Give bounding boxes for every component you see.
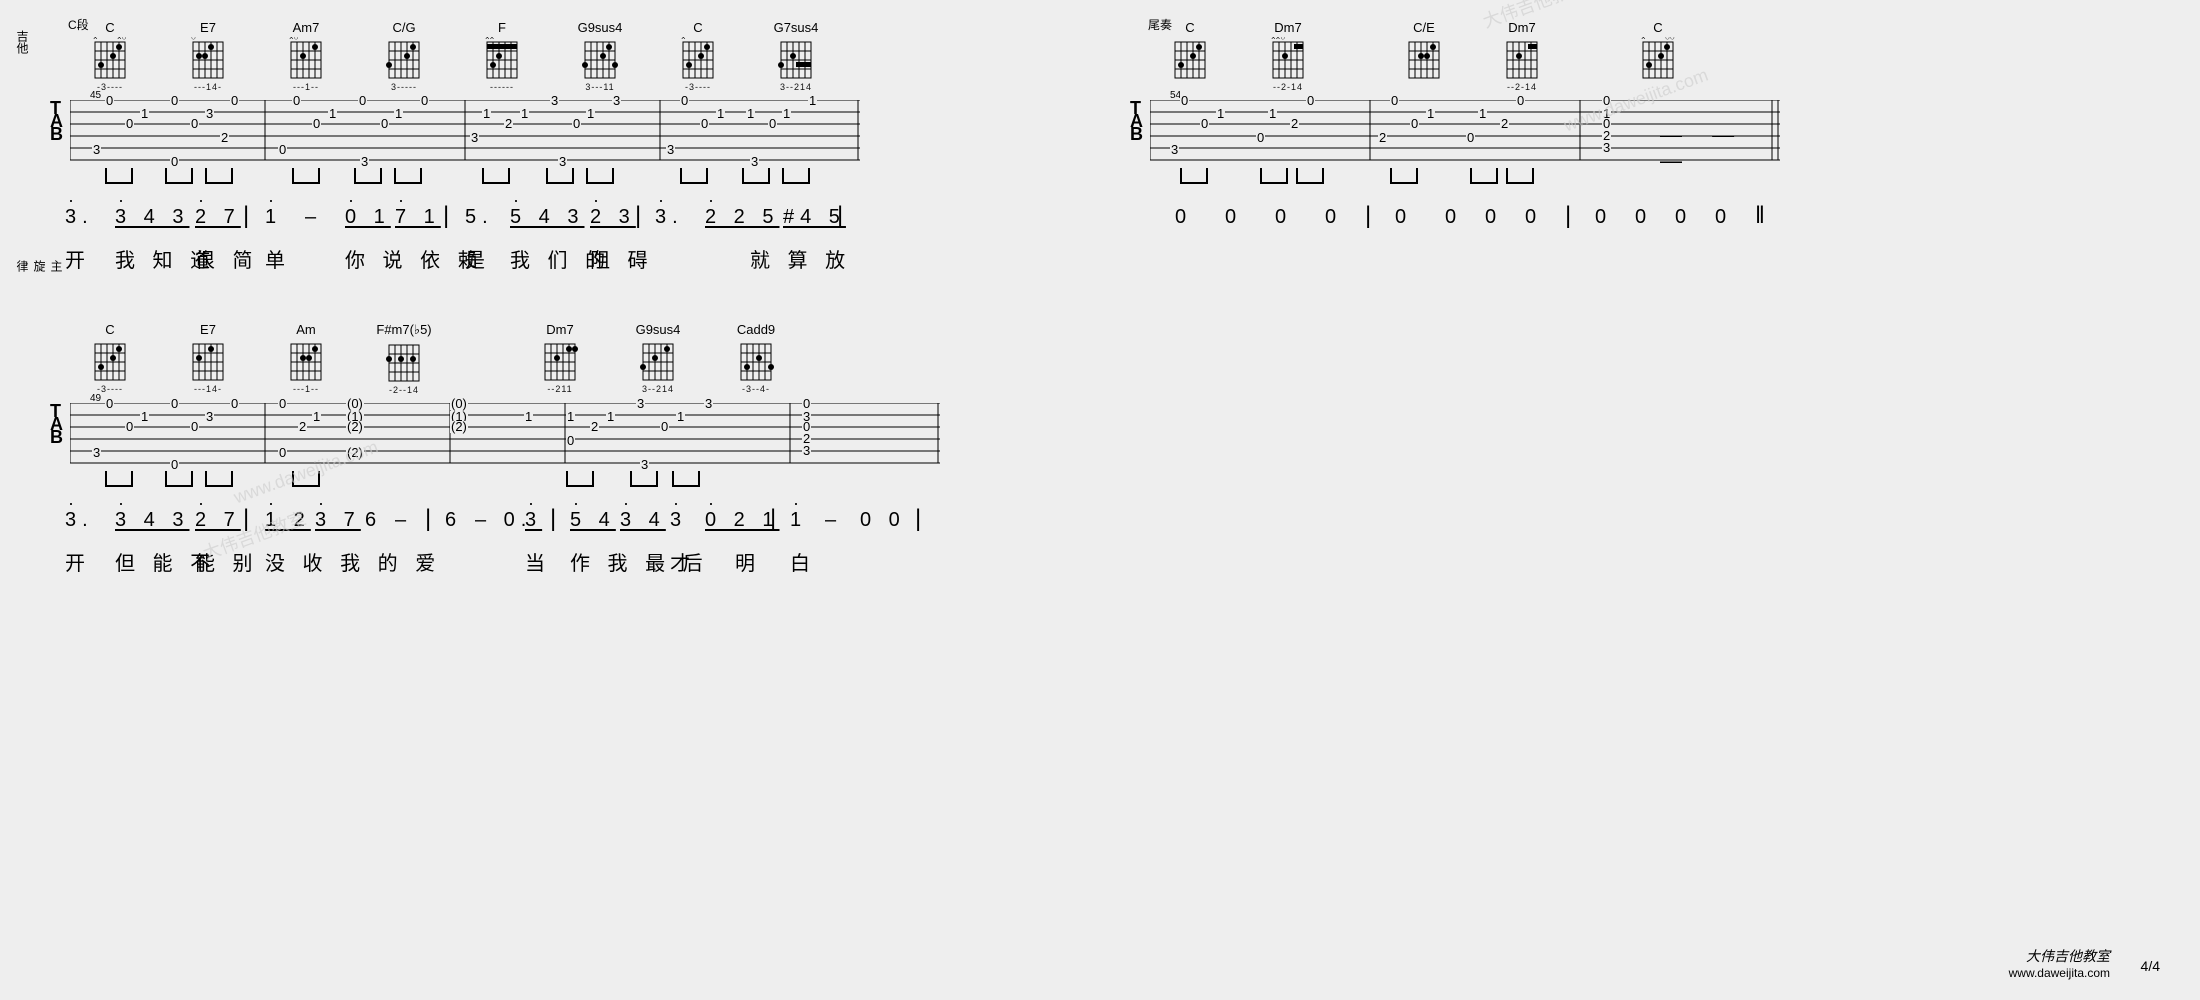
chord-grid-icon bbox=[90, 339, 130, 383]
music-row-1: C段 C ××○ -3---- E7 ○ ---14- Am7 ×○ ---1-… bbox=[20, 20, 1070, 272]
svg-text:××○: ××○ bbox=[1271, 37, 1285, 42]
chord-grid-icon bbox=[580, 37, 620, 81]
chord-strip: C-3---- E7---14- Am---1-- F#m7(♭5)-2--14… bbox=[65, 322, 1070, 395]
chord-strip: C Dm7××○--2-14 C/E Dm7--2-14 C×○○ bbox=[1145, 20, 2150, 92]
chord-grid-icon: × ○○ bbox=[1638, 37, 1678, 81]
chord-diagram: Am7 ×○ ---1-- bbox=[261, 20, 351, 92]
chord-diagram: Cadd9-3--4- bbox=[711, 322, 801, 395]
chord-grid-icon bbox=[776, 37, 816, 81]
chord-grid-icon bbox=[384, 37, 424, 81]
chord-spacer bbox=[457, 322, 507, 395]
tab-staff: TAB 49 03 01 00 30 0 00 21 bbox=[50, 401, 920, 481]
svg-text:×: × bbox=[93, 37, 98, 42]
jianpu-line: 3.3 4 32 7|1 23 76–|6– 0.3|5 43 430 2 1|… bbox=[65, 509, 1070, 541]
chord-grid-icon bbox=[540, 339, 580, 383]
brand-text: 大伟吉他教室 bbox=[2009, 946, 2110, 966]
footer-brand: 大伟吉他教室 www.daweijita.com bbox=[2009, 946, 2110, 980]
chord-diagram: Dm7--211 bbox=[515, 322, 605, 395]
music-row-3: 尾奏 C Dm7××○--2-14 C/E Dm7--2-14 C×○○ TAB… bbox=[1100, 20, 2150, 238]
chord-grid-icon: ××○ bbox=[1268, 37, 1308, 81]
chord-diagram: Am---1-- bbox=[261, 322, 351, 395]
sheet-page-left: 吉他 C段 C ××○ -3---- E7 ○ ---14- Am7 ×○ --… bbox=[20, 10, 1070, 990]
chord-grid-icon bbox=[638, 339, 678, 383]
chord-strip: C ××○ -3---- E7 ○ ---14- Am7 ×○ ---1-- C… bbox=[65, 20, 1070, 92]
chord-diagram: C×○○ bbox=[1613, 20, 1703, 92]
chord-diagram: E7 ○ ---14- bbox=[163, 20, 253, 92]
tab-clef-icon: TAB bbox=[50, 405, 63, 444]
svg-text:×: × bbox=[681, 37, 686, 42]
svg-text:×○: ×○ bbox=[289, 37, 299, 42]
chord-grid-icon bbox=[1404, 37, 1444, 81]
chord-diagram: C/E bbox=[1379, 20, 1469, 92]
chord-grid-icon bbox=[384, 340, 424, 384]
chord-grid-icon bbox=[736, 339, 776, 383]
sheet-page-right: 尾奏 C Dm7××○--2-14 C/E Dm7--2-14 C×○○ TAB… bbox=[1100, 10, 2150, 990]
lyrics-line: 开我 知 道很 简单你 说 依 赖是我 们 的阻 碍就 算 放 bbox=[65, 244, 1070, 272]
chord-diagram: C-3---- bbox=[65, 322, 155, 395]
tab-staff: TAB 54 03 01 10 20 02 01 10 20 01 02 3 —… bbox=[1130, 98, 1760, 178]
tab-lines-icon bbox=[70, 100, 860, 162]
tab-staff: TAB 45 0 3 0 1 0 0 3 0 2 0 0 0 0 1 0 bbox=[50, 98, 840, 178]
chord-diagram: Dm7--2-14 bbox=[1477, 20, 1567, 92]
svg-text:×○: ×○ bbox=[117, 37, 127, 42]
music-row-2: C-3---- E7---14- Am---1-- F#m7(♭5)-2--14… bbox=[20, 322, 1070, 575]
chord-grid-icon: × bbox=[678, 37, 718, 81]
jianpu-line: 0000|0000|0000‖ bbox=[1145, 206, 2150, 238]
chord-diagram: C × -3---- bbox=[653, 20, 743, 92]
svg-text:○: ○ bbox=[191, 37, 196, 42]
tab-clef-icon: TAB bbox=[1130, 102, 1143, 141]
chord-diagram: G7sus4 3--214 bbox=[751, 20, 841, 92]
chord-grid-icon bbox=[1502, 37, 1542, 81]
brand-url: www.daweijita.com bbox=[2009, 966, 2110, 980]
chord-diagram: Dm7××○--2-14 bbox=[1243, 20, 1333, 92]
lyrics-line: 开但 能 不能 别没 收 我 的 爱当作 我 最 后才明白 bbox=[65, 547, 1070, 575]
chord-grid-icon: × ×○ bbox=[90, 37, 130, 81]
chord-grid-icon bbox=[188, 339, 228, 383]
chord-diagram: C/G 3----- bbox=[359, 20, 449, 92]
svg-text:××: ×× bbox=[485, 37, 495, 42]
chord-grid-icon: ○ bbox=[188, 37, 228, 81]
section-label: 尾奏 bbox=[1148, 16, 1172, 33]
chord-diagram: F ×× ------ bbox=[457, 20, 547, 92]
chord-diagram: G9sus43--214 bbox=[613, 322, 703, 395]
chord-grid-icon bbox=[1170, 37, 1210, 81]
track-label-melody: 主旋律 bbox=[14, 260, 65, 272]
jianpu-line: 3.3 4 32 7|1–0 17 1|5.5 4 32 3|3.2 2 5#4… bbox=[65, 206, 1070, 238]
chord-grid-icon: ×○ bbox=[286, 37, 326, 81]
chord-grid-icon: ×× bbox=[482, 37, 522, 81]
svg-text:×: × bbox=[1641, 37, 1646, 42]
chord-spacer bbox=[1341, 20, 1371, 92]
tab-clef-icon: TAB bbox=[50, 102, 63, 141]
svg-text:○○: ○○ bbox=[1665, 37, 1675, 42]
chord-diagram: E7---14- bbox=[163, 322, 253, 395]
chord-diagram: F#m7(♭5)-2--14 bbox=[359, 322, 449, 395]
chord-grid-icon bbox=[286, 339, 326, 383]
chord-spacer bbox=[1575, 20, 1605, 92]
section-label: C段 bbox=[68, 16, 89, 33]
chord-diagram: G9sus4 3---11 bbox=[555, 20, 645, 92]
page-number: 4/4 bbox=[2141, 958, 2160, 974]
